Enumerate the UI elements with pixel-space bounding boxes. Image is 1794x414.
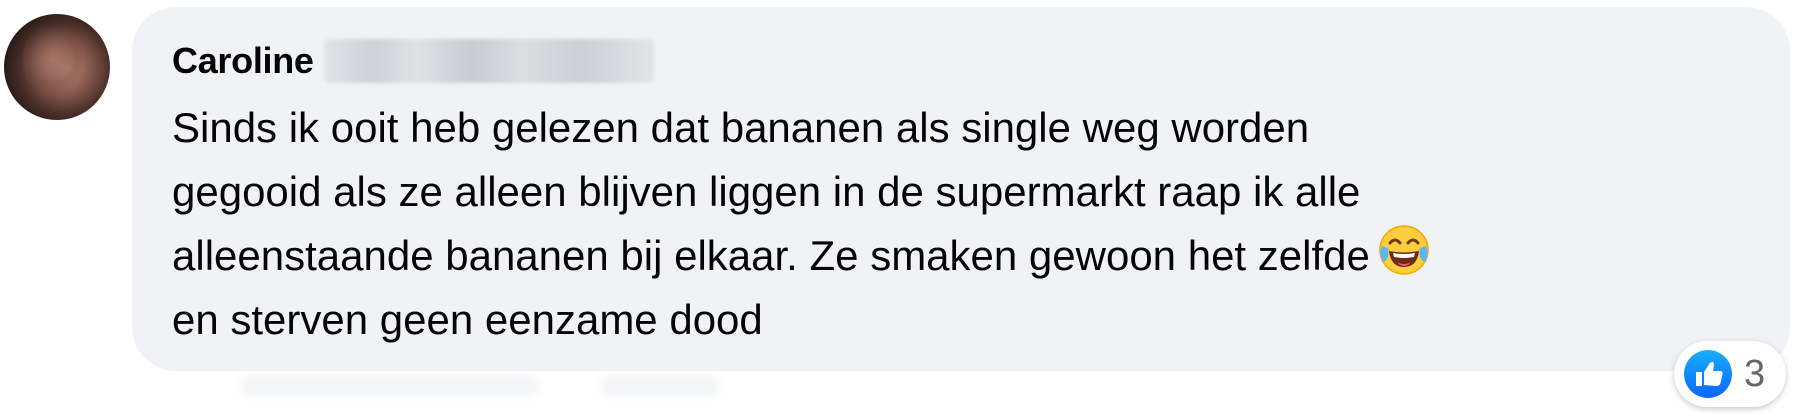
comment-text-end: en sterven geen eenzame dood <box>172 296 763 343</box>
author-surname-redacted <box>323 39 654 83</box>
comment-text: Sinds ik ooit heb gelezen dat bananen al… <box>172 96 1732 352</box>
reaction-summary[interactable]: 3 <box>1674 341 1786 407</box>
like-icon <box>1684 350 1732 398</box>
reaction-count: 3 <box>1744 352 1766 395</box>
comment-bubble: Caroline Sinds ik ooit heb gelezen dat b… <box>132 7 1790 371</box>
face-with-tears-of-joy-icon <box>1379 225 1429 275</box>
comment: Caroline Sinds ik ooit heb gelezen dat b… <box>0 0 1794 414</box>
avatar[interactable] <box>4 14 110 120</box>
avatar-image <box>22 24 82 94</box>
faded-reply-line <box>600 375 720 397</box>
faded-reply-line <box>240 375 540 397</box>
author-row: Caroline <box>172 36 1750 86</box>
comment-text-main: Sinds ik ooit heb gelezen dat bananen al… <box>172 104 1370 279</box>
author-name[interactable]: Caroline <box>172 40 314 82</box>
